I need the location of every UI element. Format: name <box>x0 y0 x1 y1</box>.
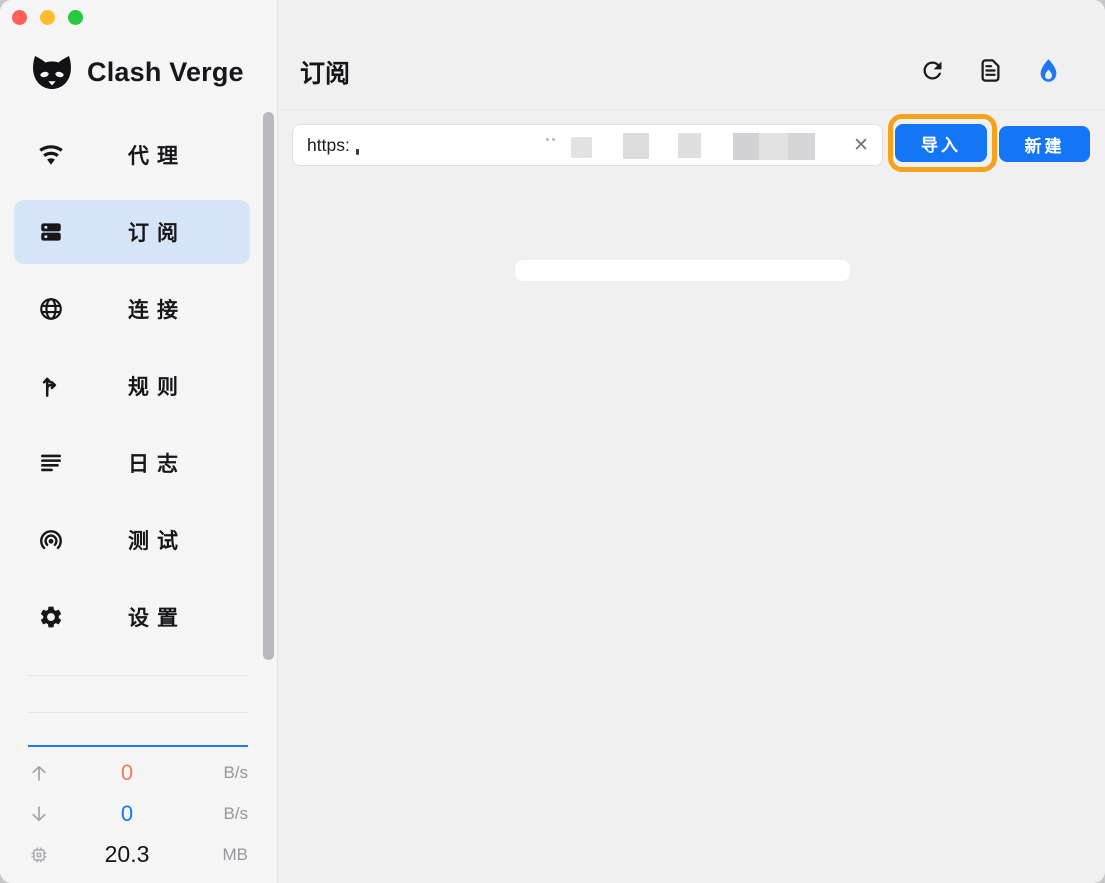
sidebar-item-connections[interactable]: 连接 <box>14 277 250 341</box>
sidebar-nav: 代理 订阅 连接 <box>14 123 250 662</box>
upload-arrow-icon <box>28 762 50 784</box>
sidebar-item-label: 连接 <box>128 294 186 324</box>
sidebar-item-label: 规则 <box>128 371 186 401</box>
sidebar-divider <box>28 712 248 713</box>
sidebar-item-rules[interactable]: 规则 <box>14 354 250 418</box>
document-icon[interactable] <box>977 57 1004 84</box>
broadcast-icon <box>38 527 64 553</box>
sidebar-item-label: 订阅 <box>128 217 186 247</box>
page-title: 订阅 <box>300 54 350 90</box>
sidebar-item-logs[interactable]: 日志 <box>14 431 250 495</box>
sidebar-divider <box>28 675 248 676</box>
flame-icon[interactable] <box>1035 57 1062 84</box>
upload-stat-row: 0 B/s <box>28 752 248 793</box>
fork-icon <box>38 373 64 399</box>
page-header: 订阅 <box>278 0 1105 110</box>
memory-unit: MB <box>204 845 248 865</box>
wifi-icon <box>38 142 64 168</box>
sidebar-item-test[interactable]: 测试 <box>14 508 250 572</box>
clear-input-icon[interactable]: ✕ <box>853 134 869 158</box>
profile-url-input[interactable] <box>293 125 882 165</box>
new-profile-button[interactable]: 新建 <box>999 126 1090 162</box>
sidebar-item-label: 日志 <box>128 448 186 478</box>
sidebar-item-label: 测试 <box>128 525 186 555</box>
globe-icon <box>38 296 64 322</box>
traffic-stats: 0 B/s 0 B/s 20.3 MB <box>28 752 248 875</box>
app-logo: Clash Verge <box>28 48 244 96</box>
sidebar-scrollbar[interactable] <box>263 112 274 660</box>
sidebar-item-label: 代理 <box>128 140 186 170</box>
sidebar-item-proxy[interactable]: 代理 <box>14 123 250 187</box>
download-arrow-icon <box>28 803 50 825</box>
cat-logo-icon <box>28 48 76 96</box>
url-field-wrap: ✕ <box>292 124 883 166</box>
logs-icon <box>38 450 64 476</box>
minimize-button[interactable] <box>40 10 55 25</box>
download-value: 0 <box>50 801 204 827</box>
gear-icon <box>38 604 64 630</box>
sidebar-item-settings[interactable]: 设置 <box>14 585 250 649</box>
sidebar-item-profiles[interactable]: 订阅 <box>14 200 250 264</box>
refresh-icon[interactable] <box>919 57 946 84</box>
memory-value: 20.3 <box>50 841 204 868</box>
brand-name: Clash Verge <box>87 57 244 88</box>
window-controls <box>12 10 83 25</box>
upload-value: 0 <box>50 760 204 786</box>
upload-unit: B/s <box>204 763 248 783</box>
import-button[interactable]: 导入 <box>895 124 987 162</box>
redaction-overlay <box>515 260 850 281</box>
redaction-artifact <box>356 149 359 155</box>
close-button[interactable] <box>12 10 27 25</box>
sidebar-item-label: 设置 <box>128 602 186 632</box>
memory-stat-row: 20.3 MB <box>28 834 248 875</box>
download-stat-row: 0 B/s <box>28 793 248 834</box>
memory-chip-icon <box>28 845 50 865</box>
download-unit: B/s <box>204 804 248 824</box>
profiles-icon <box>38 219 64 245</box>
maximize-button[interactable] <box>68 10 83 25</box>
main-panel: 订阅 <box>278 0 1105 883</box>
traffic-accent-line <box>28 745 248 747</box>
sidebar: Clash Verge 代理 订阅 <box>0 0 277 883</box>
app-window: Clash Verge 代理 订阅 <box>0 0 1105 883</box>
header-actions <box>919 57 1062 84</box>
